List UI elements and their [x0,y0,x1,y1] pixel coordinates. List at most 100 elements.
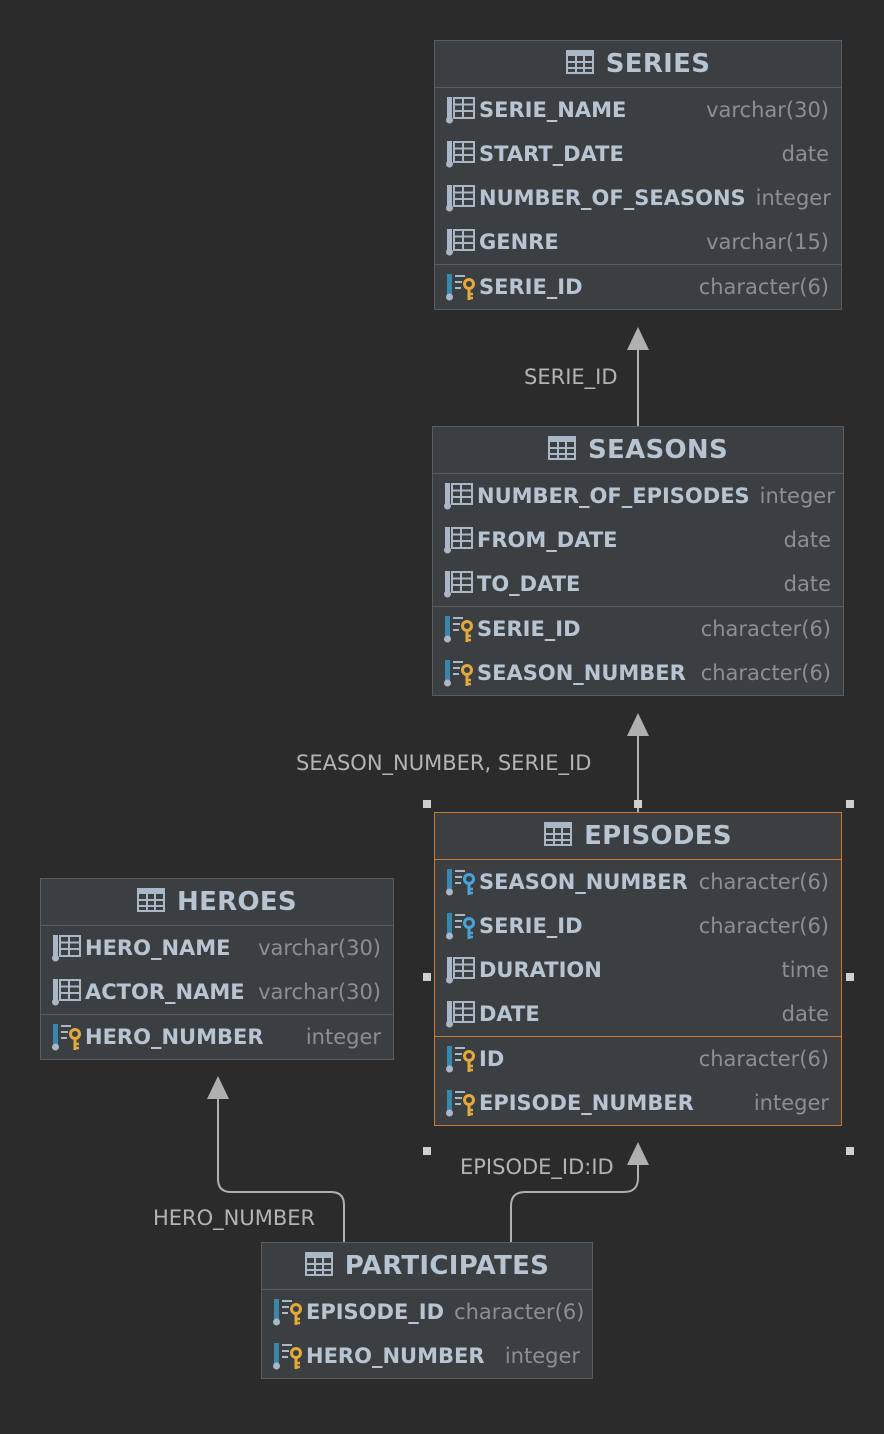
column-row[interactable]: NUMBER_OF_EPISODES integer [433,474,843,518]
column-row[interactable]: SEASON_NUMBER character(6) [435,860,841,904]
column-icon [443,524,477,556]
selection-handle[interactable] [846,800,854,808]
column-row[interactable]: GENRE varchar(15) [435,220,841,264]
column-icon [445,226,479,258]
table-seasons[interactable]: SEASONS NUMBER_OF_EPISODES integer FROM_DAT… [432,426,844,696]
column-row[interactable]: DATE date [435,992,841,1036]
column-type: character(6) [698,870,829,894]
keys-section: EPISODE_ID character(6) HERO_NUMBER integer [262,1290,592,1378]
primary-foreign-key-icon [443,613,477,645]
selection-handle[interactable] [423,973,431,981]
table-header[interactable]: SEASONS [433,427,843,474]
column-type: varchar(30) [258,936,381,960]
column-icon [445,94,479,126]
primary-key-icon [272,1296,306,1328]
column-type: varchar(15) [706,230,829,254]
table-grid-icon [565,50,594,78]
columns-section: SEASON_NUMBER character(6) SERIE_ID charact… [435,860,841,1037]
column-type: date [783,572,831,596]
column-type: character(6) [698,914,829,938]
primary-key-icon [445,271,479,303]
column-name: NUMBER_OF_SEASONS [479,186,746,210]
table-episodes[interactable]: EPISODES SEASON_NUMBER character(6) SERIE_I… [434,812,842,1126]
keys-section: ID character(6) EPISODE_NUMBER integer [435,1037,841,1125]
column-name: FROM_DATE [477,528,618,552]
primary-key-icon [445,1087,479,1119]
keys-section: SERIE_ID character(6) [435,265,841,309]
table-grid-icon [304,1252,333,1280]
column-type: date [783,528,831,552]
column-row[interactable]: DURATION time [435,948,841,992]
column-name: SERIE_ID [477,617,581,641]
column-icon [443,568,477,600]
column-row[interactable]: TO_DATE date [433,562,843,606]
column-row[interactable]: SERIE_NAME varchar(30) [435,88,841,132]
columns-section: SERIE_NAME varchar(30) START_DATE date NUMBE… [435,88,841,265]
column-type: integer [759,484,835,508]
column-row[interactable]: EPISODE_NUMBER integer [435,1081,841,1125]
table-title: SEASONS [587,435,729,465]
column-name: SERIE_NAME [479,98,627,122]
arrowhead-seasons [627,713,649,736]
table-heroes[interactable]: HEROES HERO_NAME varchar(30) ACTOR_NAME varc… [40,878,394,1060]
column-icon [51,932,85,964]
edge-label-serie-id: SERIE_ID [524,365,618,389]
primary-key-icon [445,1043,479,1075]
column-type: date [781,1002,829,1026]
column-row[interactable]: START_DATE date [435,132,841,176]
column-row[interactable]: HERO_NAME varchar(30) [41,926,393,970]
diagram-canvas[interactable]: SERIE_ID SEASON_NUMBER, SERIE_ID HERO_NU… [0,0,884,1434]
edge-label-hero-number: HERO_NUMBER [153,1206,316,1230]
columns-section: HERO_NAME varchar(30) ACTOR_NAME varchar(30… [41,926,393,1015]
column-name: DURATION [479,958,602,982]
table-title: PARTICIPATES [344,1251,550,1281]
column-row[interactable]: SERIE_ID character(6) [435,904,841,948]
edge-label-season-serie: SEASON_NUMBER, SERIE_ID [296,751,592,775]
column-icon [445,138,479,170]
column-type: character(6) [700,661,831,685]
table-title: SERIES [605,49,711,79]
table-grid-icon [544,822,573,850]
column-icon [445,954,479,986]
column-row[interactable]: SERIE_ID character(6) [435,265,841,309]
foreign-key-icon [445,910,479,942]
selection-handle[interactable] [634,800,642,808]
column-row[interactable]: EPISODE_ID character(6) [262,1290,592,1334]
column-row[interactable]: SERIE_ID character(6) [433,607,843,651]
table-header[interactable]: SERIES [435,41,841,88]
selection-handle[interactable] [423,1147,431,1155]
selection-handle[interactable] [846,1147,854,1155]
arrowhead-episodes [627,1142,649,1165]
column-type: varchar(30) [706,98,829,122]
column-type: character(6) [698,275,829,299]
column-row[interactable]: NUMBER_OF_SEASONS integer [435,176,841,220]
column-type: varchar(30) [258,980,381,1004]
keys-section: HERO_NUMBER integer [41,1015,393,1059]
column-type: integer [504,1344,580,1368]
column-row[interactable]: SEASON_NUMBER character(6) [433,651,843,695]
column-row[interactable]: ID character(6) [435,1037,841,1081]
column-name: SERIE_ID [479,275,583,299]
table-participates[interactable]: PARTICIPATES EPISODE_ID character(6) HERO_N… [261,1242,593,1379]
column-row[interactable]: FROM_DATE date [433,518,843,562]
primary-key-icon [51,1021,85,1053]
selection-handle[interactable] [423,800,431,808]
table-series[interactable]: SERIES SERIE_NAME varchar(30) START_DATE dat… [434,40,842,310]
table-header[interactable]: EPISODES [435,813,841,860]
edge-label-episode-id: EPISODE_ID:ID [460,1155,614,1179]
table-grid-icon [137,888,166,916]
arrowhead-series [627,327,649,350]
column-row[interactable]: HERO_NUMBER integer [262,1334,592,1378]
table-header[interactable]: HEROES [41,879,393,926]
column-row[interactable]: ACTOR_NAME varchar(30) [41,970,393,1014]
table-header[interactable]: PARTICIPATES [262,1243,592,1290]
column-type: date [781,142,829,166]
column-name: SEASON_NUMBER [477,661,686,685]
column-type: character(6) [454,1300,585,1324]
column-name: SERIE_ID [479,914,583,938]
column-icon [51,976,85,1008]
column-row[interactable]: HERO_NUMBER integer [41,1015,393,1059]
selection-handle[interactable] [846,973,854,981]
table-title: HEROES [177,887,297,917]
column-name: START_DATE [479,142,624,166]
